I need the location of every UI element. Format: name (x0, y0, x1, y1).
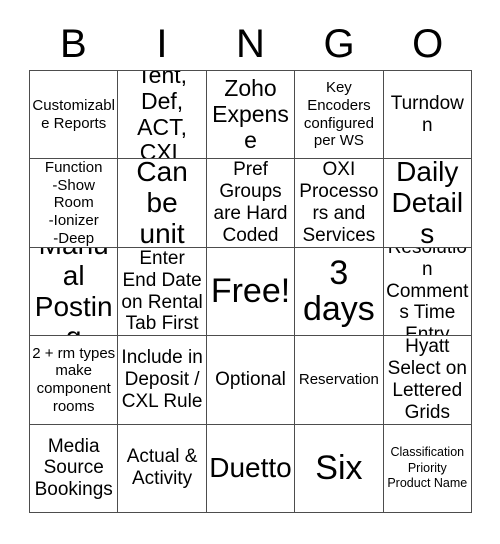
bingo-cell-label: Reservation (298, 371, 379, 389)
bingo-grid: Customizable Reports Tent, Def, ACT, CXL Z… (29, 70, 472, 513)
bingo-cell[interactable]: Reservation (295, 336, 384, 425)
bingo-cell-label: 2 + rm types make component rooms (32, 344, 116, 415)
bingo-cell-label: Classification Priority Product Name (387, 445, 468, 490)
bingo-cell-label: Resolution Comments Time Entry (386, 248, 469, 337)
bingo-cell[interactable]: Zoho Expense (206, 71, 296, 160)
bingo-cell-label: Six (315, 448, 363, 487)
header-letter-b: B (59, 22, 87, 66)
bingo-cell-label: Daily Details (391, 159, 464, 248)
bingo-cell[interactable]: Resolution Comments Time Entry (383, 247, 472, 337)
bingo-cell[interactable]: OXI Processors and Services (295, 159, 384, 248)
bingo-cell-label: Key Encoders configured per WS (303, 79, 374, 150)
header-letter-i: I (156, 22, 168, 66)
bingo-cell[interactable]: Manual Posting (30, 247, 119, 337)
bingo-cell-label: Include in Deposit / CXL Rule (121, 347, 203, 412)
bingo-cell[interactable]: 2 + rm types make component rooms (30, 336, 119, 425)
bingo-cell[interactable]: Tent, Def, ACT, CXL (118, 71, 207, 160)
bingo-cell[interactable]: Daily Details (383, 159, 472, 248)
bingo-cell-label: Pref Groups are Hard Coded (213, 159, 288, 246)
bingo-cell[interactable]: Customizable Reports (30, 71, 119, 160)
bingo-cell[interactable]: Six (295, 424, 384, 513)
header-letter-n: N (236, 22, 265, 66)
bingo-cell[interactable]: Include in Deposit / CXL Rule (118, 336, 207, 425)
bingo-cell-label: Manual Posting (34, 248, 113, 335)
bingo-cell[interactable]: Media Source Bookings (30, 424, 119, 513)
bingo-cell-label: Enter End Date on Rental Tab First (121, 247, 203, 335)
bingo-header-row: B I N G O (29, 18, 472, 70)
bingo-cell-label: Tent, Def, ACT, CXL (137, 71, 188, 160)
bingo-cell-label: Hyatt Select on Lettered Grids (387, 336, 467, 423)
bingo-cell[interactable]: Key Encoders configured per WS (295, 71, 384, 160)
bingo-cell[interactable]: Actual & Activity (118, 424, 207, 513)
bingo-cell[interactable]: 3 days (295, 247, 384, 337)
bingo-cell-free-space[interactable]: Free! (206, 247, 296, 337)
bingo-cell-label: Customizable Reports (32, 97, 115, 132)
bingo-cell[interactable]: Can be unit (118, 159, 207, 248)
bingo-cell[interactable]: Duetto (206, 424, 296, 513)
bingo-cell[interactable]: -Sp Function -Show Room -Ionizer -Deep C… (30, 159, 119, 248)
bingo-cell-label: -Sp Function -Show Room -Ionizer -Deep C… (44, 159, 103, 247)
bingo-cell-label: Zoho Expense (212, 75, 289, 153)
bingo-cell[interactable]: Pref Groups are Hard Coded (206, 159, 296, 248)
bingo-cell-label: 3 days (302, 253, 375, 329)
bingo-cell-label: Actual & Activity (126, 446, 198, 490)
bingo-cell-label: Duetto (209, 451, 292, 483)
bingo-cell[interactable]: Hyatt Select on Lettered Grids (383, 336, 472, 425)
bingo-cell-label: OXI Processors and Services (299, 159, 379, 246)
bingo-cell-label: Turndown (390, 92, 464, 136)
header-letter-o: O (412, 22, 444, 66)
bingo-cell[interactable]: Turndown (383, 71, 472, 160)
bingo-cell[interactable]: Classification Priority Product Name (383, 424, 472, 513)
bingo-cell[interactable]: Enter End Date on Rental Tab First (118, 247, 207, 337)
bingo-card: B I N G O Customizable Reports Tent, Def,… (0, 0, 500, 544)
bingo-cell-label: Free! (210, 272, 291, 311)
bingo-cell-label: Can be unit (136, 159, 188, 248)
bingo-cell[interactable]: Optional (206, 336, 296, 425)
bingo-cell-label: Media Source Bookings (34, 435, 113, 501)
bingo-cell-label: Optional (215, 368, 286, 390)
header-letter-g: G (323, 22, 355, 66)
